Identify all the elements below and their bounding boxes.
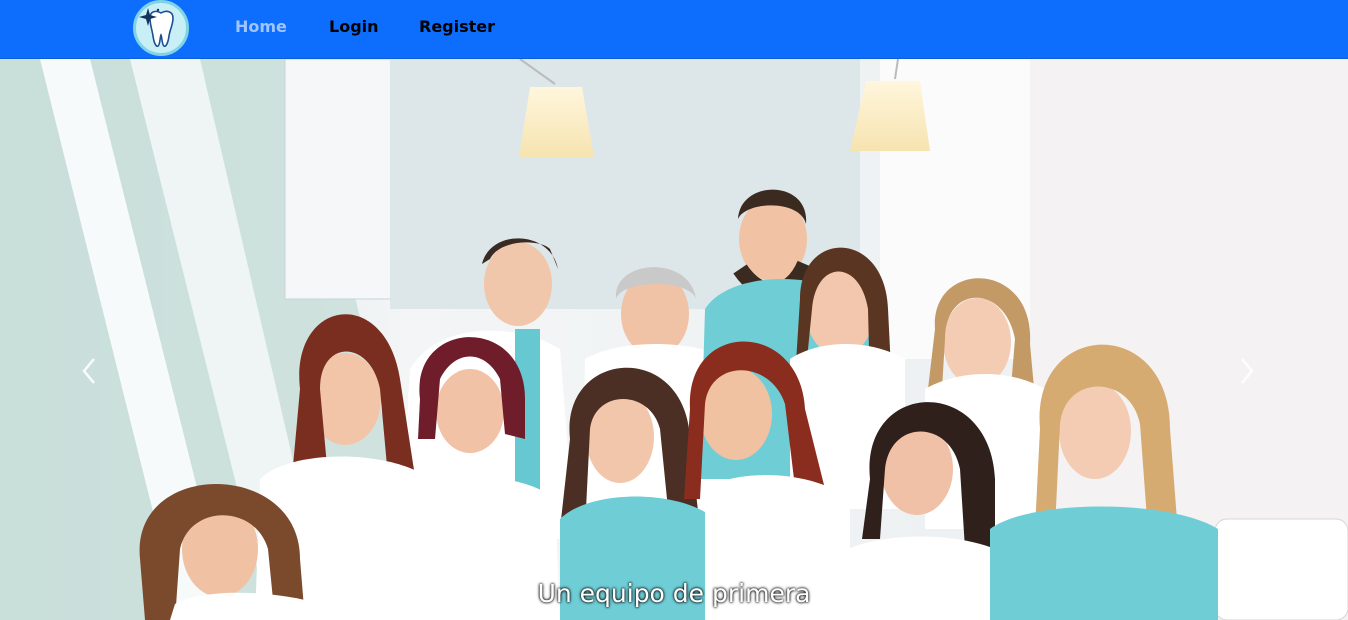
nav-link-login[interactable]: Login: [329, 17, 379, 37]
nav-link-home[interactable]: Home: [235, 17, 287, 37]
nav-link-register[interactable]: Register: [419, 17, 495, 37]
team-photo: [0, 59, 1348, 620]
tooth-sparkle-icon: [139, 8, 174, 47]
carousel-prev-button[interactable]: [74, 351, 104, 391]
chevron-right-icon: [1241, 358, 1254, 384]
carousel-caption: Un equipo de primera: [537, 579, 811, 608]
chevron-left-icon: [82, 358, 95, 384]
hero-carousel: Un equipo de primera: [0, 59, 1348, 620]
brand-logo[interactable]: [133, 0, 189, 56]
carousel-next-button[interactable]: [1232, 351, 1262, 391]
navbar: Home Login Register: [0, 0, 1348, 59]
